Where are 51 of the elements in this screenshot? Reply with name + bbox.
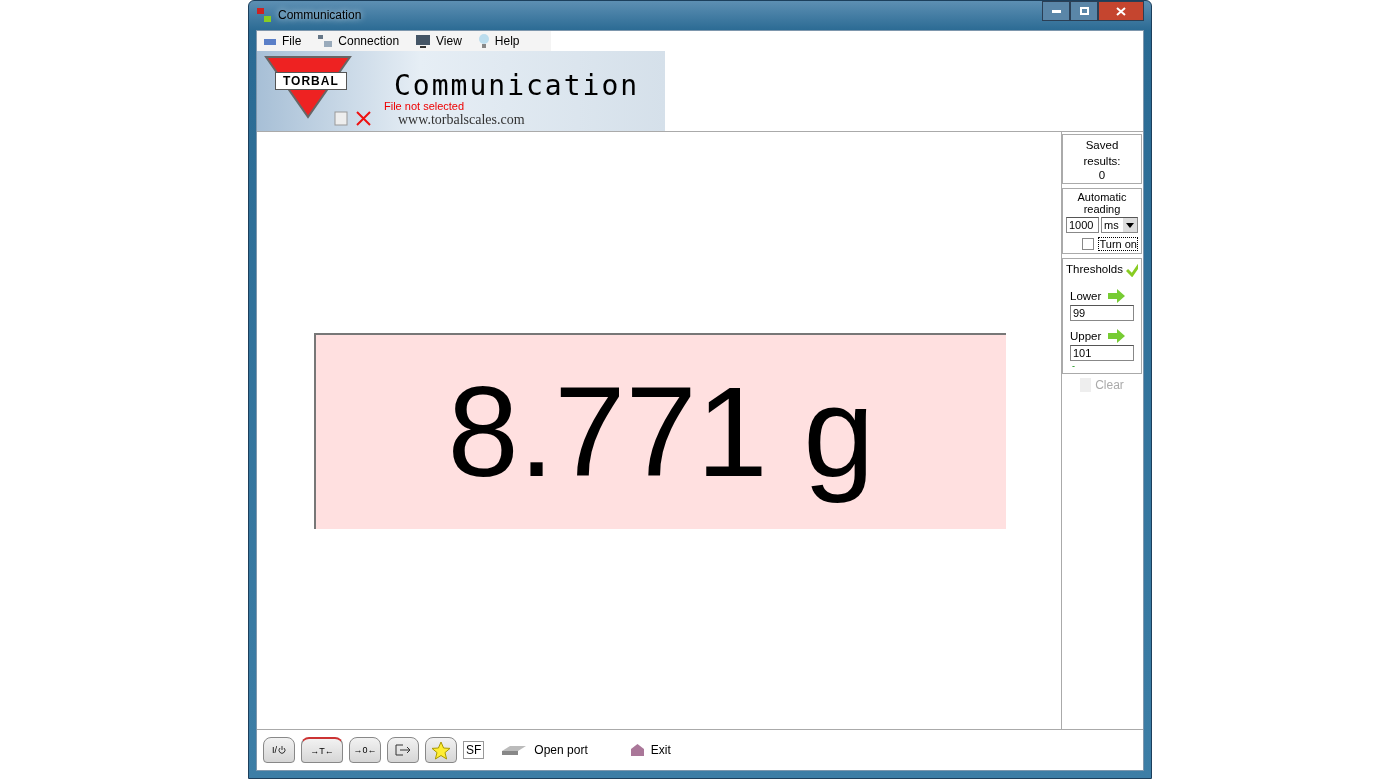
tare-button[interactable]: →T←: [301, 737, 343, 763]
threshold-status: -: [1072, 361, 1075, 371]
maximize-button[interactable]: [1070, 1, 1098, 21]
cross-icon: [356, 111, 371, 126]
lightbulb-icon: [477, 33, 490, 49]
logo-text: TORBAL: [275, 72, 347, 90]
export-button[interactable]: [387, 737, 419, 763]
maximize-icon: [1079, 7, 1089, 15]
lower-label: Lower: [1070, 290, 1102, 302]
menu-item[interactable]: View: [415, 33, 462, 49]
folder-icon: [263, 36, 277, 46]
close-icon: [1116, 6, 1126, 16]
banner-title: Communication: [394, 69, 640, 102]
upper-field[interactable]: 101: [1070, 345, 1134, 361]
zero-button[interactable]: →0←: [349, 737, 381, 763]
upper-label: Upper: [1070, 330, 1102, 342]
window-title: Communication: [278, 8, 363, 22]
monitor-icon: [415, 33, 432, 49]
arrow-icon: [1107, 329, 1126, 343]
unit-dropdown[interactable]: ms: [1101, 217, 1138, 233]
menu-item[interactable]: Help: [477, 33, 520, 49]
website-url: www.torbalscales.com: [398, 112, 525, 128]
file-status: File not selected: [384, 100, 465, 112]
star-icon: [431, 740, 451, 760]
arrow-icon: [1107, 289, 1126, 303]
power-button[interactable]: I/: [263, 737, 295, 763]
app-icon: [256, 7, 272, 23]
thresholds-label: Thresholds: [1066, 263, 1123, 275]
minimize-icon: [1051, 9, 1061, 13]
weight-display: 8.771 g: [314, 332, 1006, 529]
sf-field[interactable]: SF: [463, 741, 485, 759]
checkmark-icon: [1125, 261, 1138, 277]
power-icon: [278, 746, 286, 754]
house-icon: [629, 743, 645, 757]
close-button[interactable]: [1098, 1, 1144, 21]
menu-item[interactable]: File: [263, 34, 302, 48]
saved-count: 0: [1098, 169, 1106, 181]
favorite-button[interactable]: [425, 737, 457, 763]
exit-button[interactable]: Exit: [650, 743, 671, 757]
minimize-button[interactable]: [1042, 1, 1070, 21]
turn-on-checkbox[interactable]: [1082, 238, 1095, 250]
saved-results-label: Saved results:: [1082, 138, 1122, 169]
turn-on-label[interactable]: Turn on: [1098, 237, 1138, 251]
document-icon: [334, 111, 348, 126]
auto-reading-label: Automatic reading: [1076, 191, 1128, 215]
exit-arrow-icon: [395, 744, 411, 756]
interval-field[interactable]: 1000: [1066, 217, 1100, 233]
lower-field[interactable]: 99: [1070, 305, 1134, 321]
network-icon: [317, 34, 334, 48]
open-port-button[interactable]: Open port: [534, 743, 588, 757]
menu-item[interactable]: Connection: [317, 34, 400, 48]
